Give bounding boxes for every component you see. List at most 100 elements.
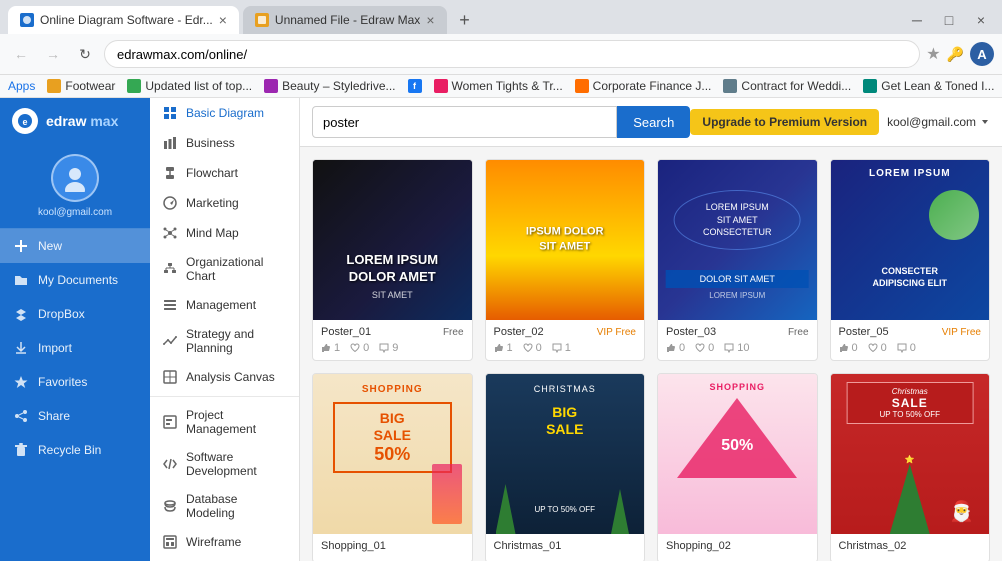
template-stats-poster02: 1 0 1: [494, 342, 637, 354]
user-area: kool@gmail.com: [0, 144, 150, 229]
sidebar-item-share[interactable]: Share: [0, 399, 150, 433]
menu-item-business[interactable]: Business: [150, 128, 299, 158]
template-name-poster03: Poster_03: [666, 326, 716, 338]
plus-icon: [12, 237, 30, 255]
template-name-poster05: Poster_05: [839, 326, 889, 338]
menu-item-software-dev[interactable]: Software Development: [150, 443, 299, 485]
comment-icon: [552, 343, 562, 353]
template-card-shopping1[interactable]: SHOPPING BIGSALE 50% Shopping_01: [312, 373, 473, 561]
bookmark-facebook[interactable]: f: [408, 79, 422, 93]
folder-icon: [12, 271, 30, 289]
get-lean-favicon: [863, 79, 877, 93]
bookmark-apps[interactable]: Apps: [8, 79, 35, 93]
menu-label-software-dev: Software Development: [186, 450, 287, 478]
template-card-poster05[interactable]: LOREM IPSUM CONSECTERADIPISCING ELIT Pos…: [830, 159, 991, 361]
sidebar-new-label: New: [38, 239, 62, 253]
menu-item-org-chart[interactable]: Organizational Chart: [150, 248, 299, 290]
sidebar-item-import[interactable]: Import: [0, 331, 150, 365]
bookmark-corporate[interactable]: Corporate Finance J...: [575, 79, 712, 93]
template-name-poster01: Poster_01: [321, 326, 371, 338]
search-button[interactable]: Search: [617, 106, 690, 138]
menu-item-project-management[interactable]: Project Management: [150, 401, 299, 443]
bookmark-beauty[interactable]: Beauty – Styledrive...: [264, 79, 395, 93]
template-stats-poster05: 0 0 0: [839, 342, 982, 354]
bookmark-contract[interactable]: Contract for Weddi...: [723, 79, 851, 93]
tab-close-unnamed[interactable]: ×: [426, 12, 434, 28]
sidebar-import-label: Import: [38, 341, 72, 355]
sidebar-share-label: Share: [38, 409, 70, 423]
avatar: [51, 154, 99, 202]
bookmark-star-icon[interactable]: ★: [926, 44, 940, 64]
tab-edrawmax[interactable]: Online Diagram Software - Edr... ×: [8, 6, 239, 34]
menu-item-network-diagram[interactable]: Network Diagram: [150, 557, 299, 561]
bookmark-top-list[interactable]: Updated list of top...: [127, 79, 252, 93]
bookmark-footwear[interactable]: Footwear: [47, 79, 115, 93]
template-info-shopping2: Shopping_02: [658, 534, 817, 561]
tab-unnamed[interactable]: Unnamed File - Edraw Max ×: [243, 6, 447, 34]
template-card-poster01[interactable]: LOREM IPSUMDOLOR AMET SIT AMET Poster_01…: [312, 159, 473, 361]
contract-label: Contract for Weddi...: [741, 79, 851, 93]
menu-label-analysis: Analysis Canvas: [186, 370, 275, 384]
stat-comments-poster02: 1: [552, 342, 571, 354]
close-browser-button[interactable]: ×: [968, 7, 994, 33]
logo-icon: e: [12, 108, 38, 134]
sidebar-item-dropbox[interactable]: DropBox: [0, 297, 150, 331]
template-card-christmas1[interactable]: CHRISTMAS BIGSALE UP TO 50% OFF Christma…: [485, 373, 646, 561]
template-card-christmas2[interactable]: Christmas SALE UP TO 50% OFF ⭐ 🎅 Christm…: [830, 373, 991, 561]
menu-item-marketing[interactable]: Marketing: [150, 188, 299, 218]
menu-item-basic-diagram[interactable]: Basic Diagram: [150, 98, 299, 128]
facebook-favicon: f: [408, 79, 422, 93]
forward-button[interactable]: →: [40, 41, 66, 67]
maximize-button[interactable]: □: [936, 7, 962, 33]
bookmark-women-tights[interactable]: Women Tights & Tr...: [434, 79, 563, 93]
top-list-label: Updated list of top...: [145, 79, 252, 93]
thumbup-icon: [494, 343, 504, 353]
bookmarks-bar: Apps Footwear Updated list of top... Bea…: [0, 75, 1002, 98]
template-badge-poster03: Free: [788, 327, 809, 338]
template-card-shopping2[interactable]: SHOPPING 50% Shopping_02: [657, 373, 818, 561]
stat-hearts-poster01: 0: [350, 342, 369, 354]
back-button[interactable]: ←: [8, 41, 34, 67]
sidebar-item-my-documents[interactable]: My Documents: [0, 263, 150, 297]
template-info-shopping1: Shopping_01: [313, 534, 472, 561]
profile-icon[interactable]: A: [970, 42, 994, 66]
sidebar-item-new[interactable]: New: [0, 229, 150, 263]
upgrade-button[interactable]: Upgrade to Premium Version: [690, 109, 879, 135]
menu-item-management[interactable]: Management: [150, 290, 299, 320]
template-thumb-shopping2: SHOPPING 50%: [658, 374, 817, 534]
bookmark-get-lean[interactable]: Get Lean & Toned I...: [863, 79, 994, 93]
template-name-poster02: Poster_02: [494, 326, 544, 338]
corporate-label: Corporate Finance J...: [593, 79, 712, 93]
wireframe-icon: [162, 534, 178, 550]
search-input[interactable]: [312, 106, 617, 138]
menu-item-analysis-canvas[interactable]: Analysis Canvas: [150, 362, 299, 392]
address-bar[interactable]: [104, 40, 920, 68]
template-grid: LOREM IPSUMDOLOR AMET SIT AMET Poster_01…: [300, 147, 1002, 561]
menu-item-flowchart[interactable]: Flowchart: [150, 158, 299, 188]
database-icon: [162, 498, 178, 514]
management-icon: [162, 297, 178, 313]
menu-item-mind-map[interactable]: Mind Map: [150, 218, 299, 248]
browser-nav: ← → ↻ ★ 🔑 A: [0, 34, 1002, 75]
menu-label-wireframe: Wireframe: [186, 535, 241, 549]
template-info-christmas1: Christmas_01: [486, 534, 645, 561]
template-card-poster02[interactable]: IPSUM DOLORSIT AMET Poster_02 VIP Free 1: [485, 159, 646, 361]
sidebar-item-favorites[interactable]: Favorites: [0, 365, 150, 399]
menu-item-strategy-planning[interactable]: Strategy and Planning: [150, 320, 299, 362]
refresh-button[interactable]: ↻: [72, 41, 98, 67]
tab-close-edrawmax[interactable]: ×: [219, 12, 227, 28]
key-icon[interactable]: 🔑: [947, 46, 964, 63]
menu-label-marketing: Marketing: [186, 196, 239, 210]
menu-item-database-modeling[interactable]: Database Modeling: [150, 485, 299, 527]
template-card-poster03[interactable]: Lorem ipsumsit ametconsectetur DOLOR SIT…: [657, 159, 818, 361]
new-tab-button[interactable]: +: [451, 6, 479, 34]
menu-item-wireframe[interactable]: Wireframe: [150, 527, 299, 557]
dropbox-icon: [12, 305, 30, 323]
analysis-icon: [162, 369, 178, 385]
minimize-button[interactable]: ─: [904, 7, 930, 33]
user-menu[interactable]: kool@gmail.com: [887, 115, 990, 129]
menu-label-basic-diagram: Basic Diagram: [186, 106, 264, 120]
main-content: Search Upgrade to Premium Version kool@g…: [300, 98, 1002, 561]
sidebar-item-recycle-bin[interactable]: Recycle Bin: [0, 433, 150, 467]
sidebar-favorites-label: Favorites: [38, 375, 87, 389]
